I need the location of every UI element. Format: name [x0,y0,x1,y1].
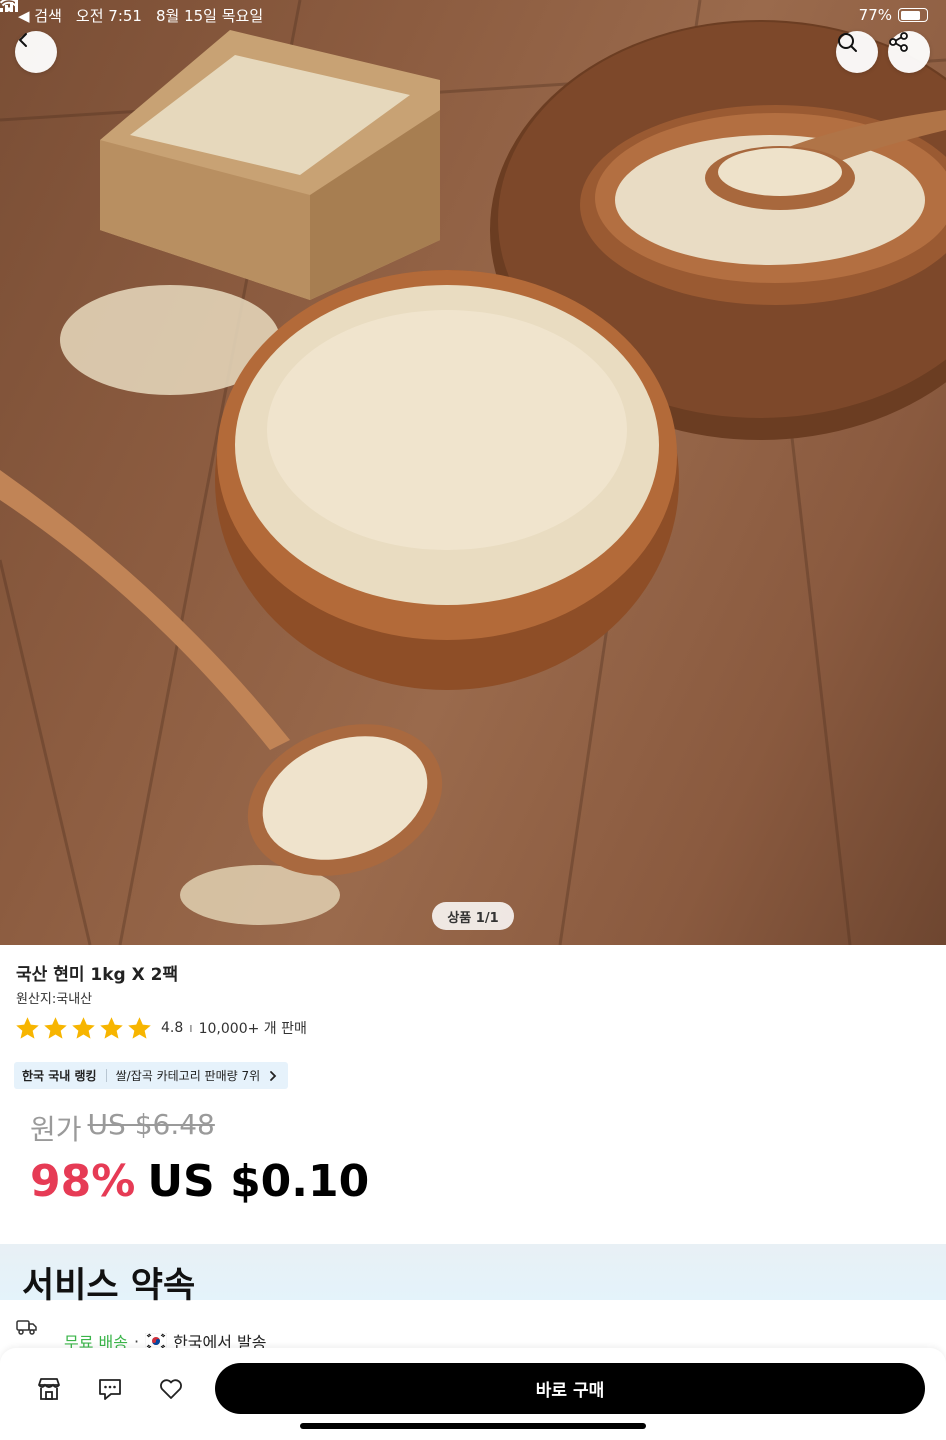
product-photo-illustration [0,0,946,945]
status-date: 8월 15일 목요일 [155,6,264,25]
back-button[interactable] [15,31,57,73]
star-icon [128,1016,151,1039]
search-button[interactable] [836,31,878,73]
ranking-detail: 쌀/잡곡 카테고리 판매량 7위 [115,1069,261,1083]
wifi-icon [0,0,18,12]
store-icon [38,1378,60,1400]
home-indicator [300,1423,646,1429]
rating-separator: ı [189,1021,193,1035]
original-price-value: US $6.48 [87,1108,215,1141]
chevron-left-icon [19,33,27,47]
sale-price: US $0.10 [147,1156,370,1207]
service-title: 서비스 약속 [22,1266,196,1306]
ranking-label: 한국 국내 랭킹 [22,1069,97,1083]
star-icon [72,1016,95,1039]
share-button[interactable] [888,31,930,73]
sold-count: 10,000+ 개 판매 [198,1021,307,1037]
original-price: 원가 US $6.48 [30,1108,215,1148]
search-icon [838,33,857,52]
star-icon [100,1016,123,1039]
chat-icon [99,1379,121,1400]
original-price-label: 원가 [30,1113,82,1146]
star-icon [16,1016,39,1039]
star-icon [44,1016,67,1039]
battery-icon [898,8,928,22]
product-image[interactable]: ◀ 검색 오전 7:51 8월 15일 목요일 77% 상품 1/1 [0,0,946,945]
product-title: 국산 현미 1kg X 2팩 [16,965,179,985]
chevron-right-icon [270,1070,277,1081]
korea-flag-icon [145,1333,168,1349]
ranking-chip[interactable]: 한국 국내 랭킹 쌀/잡곡 카테고리 판매량 7위 [14,1062,289,1089]
heart-icon [160,1379,182,1399]
battery-fill [900,10,920,20]
status-back-app[interactable]: ◀ 검색 [18,5,62,26]
truck-icon [16,1320,37,1335]
product-origin: 원산지:국내산 [16,992,93,1007]
rating-row[interactable]: 4.8 ı 10,000+ 개 판매 [14,1014,307,1042]
status-bar: ◀ 검색 오전 7:51 8월 15일 목요일 77% [0,0,946,30]
image-pager: 상품 1/1 [432,902,514,930]
rating-stars [14,1015,153,1042]
store-button[interactable] [34,1374,64,1404]
chat-button[interactable] [95,1374,125,1404]
discount-rate: 98% [30,1156,136,1207]
rating-score: 4.8 [161,1020,184,1036]
status-time: 오전 7:51 [75,6,142,25]
ranking-divider [105,1069,107,1082]
wishlist-button[interactable] [156,1374,186,1404]
buy-now-button[interactable]: 바로 구매 [215,1363,925,1414]
price-row: 98% US $0.10 [30,1156,369,1207]
share-icon [889,32,908,52]
battery-percent: 77% [858,6,892,24]
